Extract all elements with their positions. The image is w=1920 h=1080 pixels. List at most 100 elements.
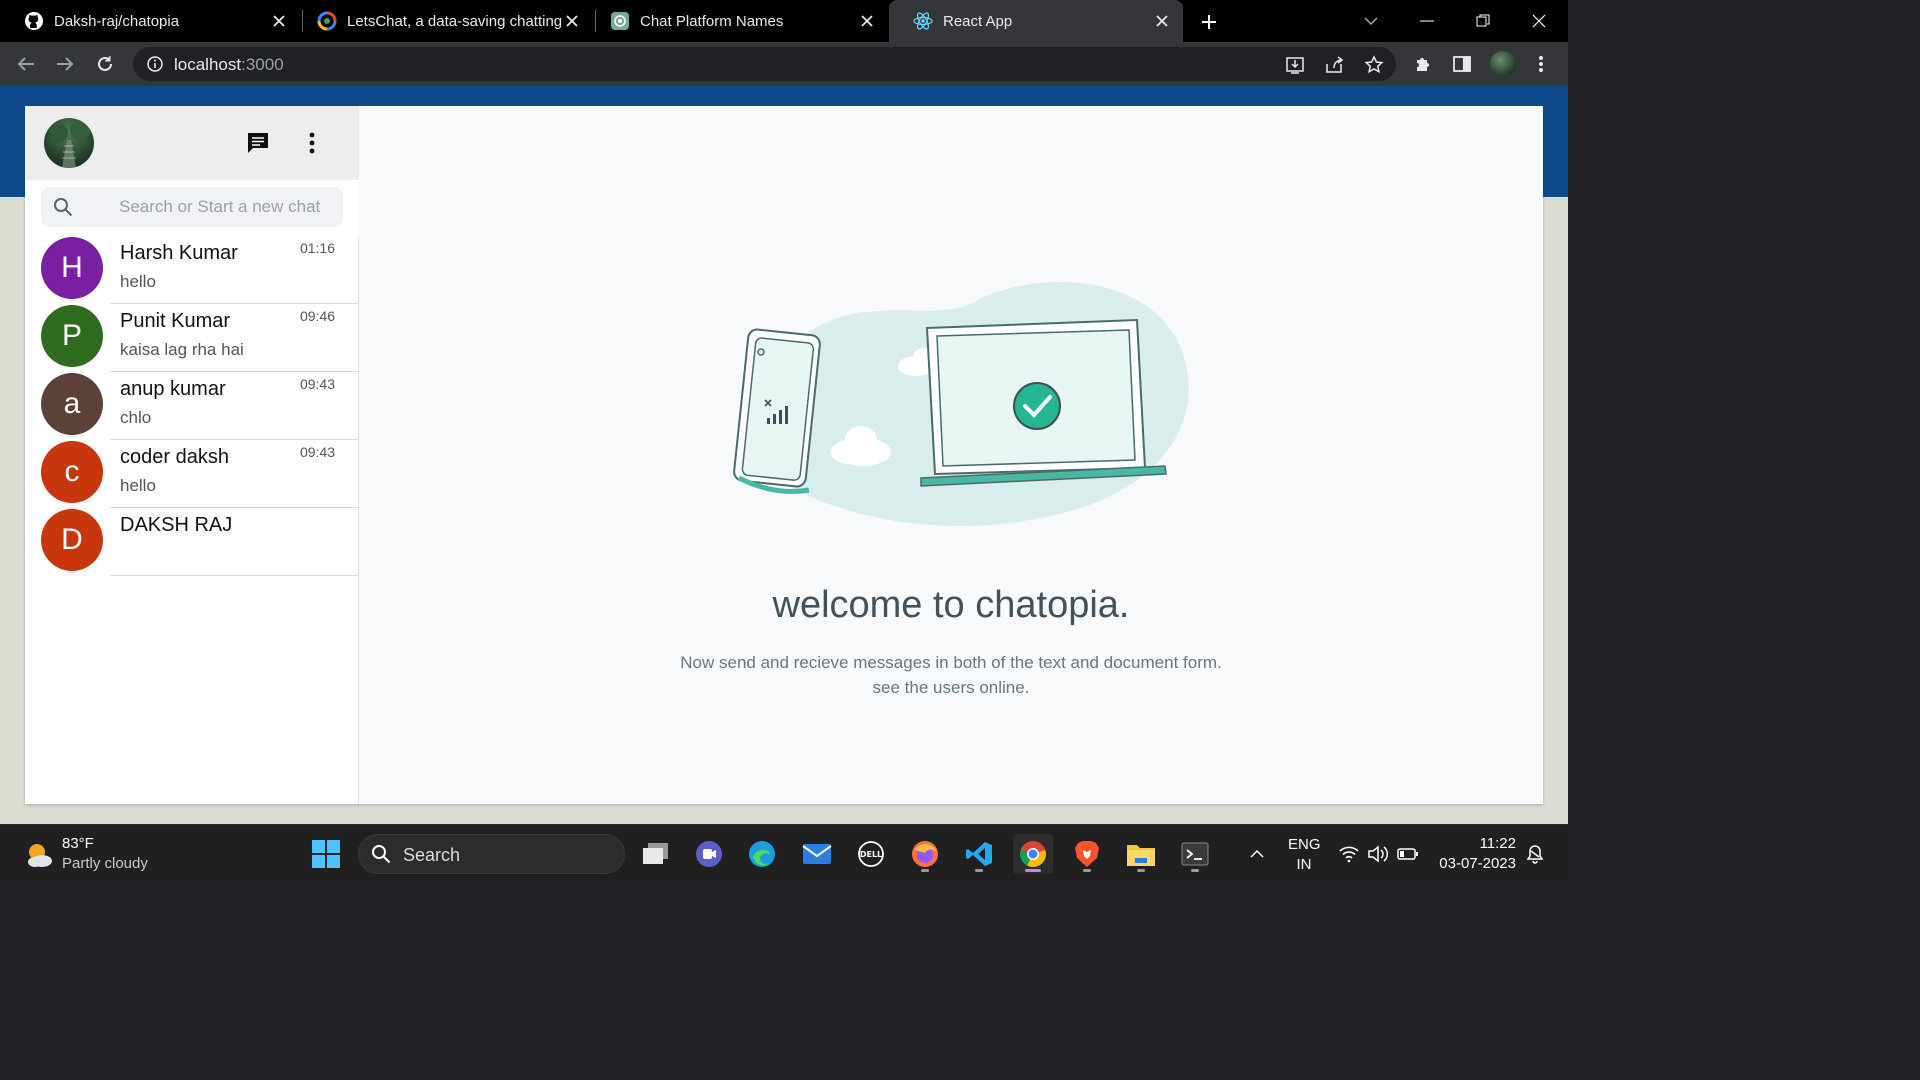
side-panel-icon[interactable] bbox=[1451, 53, 1473, 75]
notification-bell-icon[interactable] bbox=[1524, 843, 1546, 865]
chat-item-punit-kumar[interactable]: P Punit Kumar 09:46 kaisa lag rha hai bbox=[25, 304, 359, 372]
arrow-left-icon bbox=[17, 57, 34, 71]
chevron-down-icon bbox=[1364, 17, 1378, 26]
weather-temperature[interactable]: 83°F bbox=[62, 835, 94, 852]
close-window-button[interactable] bbox=[1514, 0, 1564, 42]
chat-last-message: kaisa lag rha hai bbox=[120, 340, 244, 359]
chat-name: Punit Kumar bbox=[120, 310, 231, 332]
clock-time[interactable]: 11:22 bbox=[1436, 835, 1516, 852]
chat-time: 09:43 bbox=[299, 376, 335, 392]
new-chat-icon[interactable] bbox=[243, 128, 273, 158]
task-view-button[interactable] bbox=[636, 834, 676, 874]
terminal-icon bbox=[1181, 842, 1209, 866]
more-vertical-icon[interactable] bbox=[1530, 53, 1552, 75]
running-indicator bbox=[1083, 869, 1091, 872]
tab-title: Chat Platform Names bbox=[640, 12, 784, 30]
partly-cloudy-icon[interactable] bbox=[24, 840, 54, 870]
language-bottom[interactable]: IN bbox=[1288, 856, 1320, 873]
forward-button[interactable] bbox=[51, 50, 79, 78]
chrome-button[interactable] bbox=[1013, 834, 1053, 874]
chat-last-message: hello bbox=[120, 476, 156, 495]
extensions-puzzle-icon[interactable] bbox=[1412, 53, 1434, 75]
chat-name: anup kumar bbox=[120, 378, 226, 400]
tab-react-app[interactable]: React App bbox=[889, 0, 1183, 42]
svg-text:DELL: DELL bbox=[860, 850, 882, 859]
connected-devices-illustration bbox=[733, 282, 1189, 527]
browser-toolbar: localhost:3000 bbox=[0, 42, 1568, 86]
new-tab-button[interactable] bbox=[1196, 9, 1222, 35]
welcome-panel: welcome to chatopia. Now send and reciev… bbox=[359, 106, 1543, 804]
taskbar-search[interactable]: Search bbox=[358, 834, 625, 874]
teams-chat-icon bbox=[696, 841, 722, 867]
bookmark-star-icon[interactable] bbox=[1363, 54, 1385, 76]
battery-icon[interactable] bbox=[1397, 843, 1419, 865]
page-viewport: H Harsh Kumar 01:16 hello P Punit Kumar … bbox=[0, 86, 1568, 824]
profile-avatar[interactable] bbox=[1490, 51, 1516, 77]
file-explorer-button[interactable] bbox=[1121, 834, 1161, 874]
running-indicator bbox=[975, 869, 983, 872]
chat-item-daksh-raj[interactable]: D DAKSH RAJ bbox=[25, 508, 359, 576]
restore-button[interactable] bbox=[1458, 0, 1508, 42]
minimize-icon bbox=[1420, 20, 1434, 22]
avatar: D bbox=[41, 509, 103, 571]
search-input[interactable] bbox=[119, 196, 325, 218]
running-indicator bbox=[1025, 869, 1041, 872]
wifi-icon[interactable] bbox=[1338, 843, 1360, 865]
share-icon[interactable] bbox=[1323, 54, 1345, 76]
running-indicator bbox=[1191, 869, 1199, 872]
site-info-icon[interactable] bbox=[147, 56, 163, 77]
close-tab-icon[interactable] bbox=[1153, 12, 1171, 30]
chat-item-anup-kumar[interactable]: a anup kumar 09:43 chlo bbox=[25, 372, 359, 440]
search-area bbox=[25, 180, 359, 236]
clock-date[interactable]: 03-07-2023 bbox=[1426, 855, 1516, 872]
menu-more-icon[interactable] bbox=[297, 128, 327, 158]
minimize-button[interactable] bbox=[1402, 0, 1452, 42]
chat-list: H Harsh Kumar 01:16 hello P Punit Kumar … bbox=[25, 236, 359, 576]
sidebar: H Harsh Kumar 01:16 hello P Punit Kumar … bbox=[25, 106, 359, 804]
back-button[interactable] bbox=[12, 50, 40, 78]
start-button[interactable] bbox=[306, 834, 346, 874]
chat-name: DAKSH RAJ bbox=[120, 514, 233, 536]
vscode-button[interactable] bbox=[959, 834, 999, 874]
user-avatar[interactable] bbox=[44, 118, 94, 168]
welcome-title: welcome to chatopia. bbox=[772, 584, 1130, 626]
restore-icon bbox=[1476, 14, 1490, 27]
close-tab-icon[interactable] bbox=[858, 12, 876, 30]
chat-last-message: hello bbox=[120, 272, 156, 291]
tab-chat-platform-names[interactable]: Chat Platform Names bbox=[586, 0, 888, 42]
chat-item-coder-daksh[interactable]: c coder daksh 09:43 hello bbox=[25, 440, 359, 508]
chat-name: Harsh Kumar bbox=[120, 242, 238, 264]
phone-icon bbox=[733, 328, 821, 494]
chevron-up-icon[interactable] bbox=[1246, 843, 1268, 865]
tab-search-button[interactable] bbox=[1346, 0, 1396, 42]
language-top[interactable]: ENG bbox=[1288, 836, 1321, 853]
url-text: localhost:3000 bbox=[174, 55, 284, 75]
chat-time: 01:16 bbox=[299, 240, 335, 256]
edge-icon bbox=[749, 841, 775, 867]
dell-button[interactable]: DELL bbox=[851, 834, 891, 874]
close-tab-icon[interactable] bbox=[270, 12, 288, 30]
mail-button[interactable] bbox=[797, 834, 837, 874]
welcome-subtitle: Now send and recieve messages in both of… bbox=[359, 650, 1543, 700]
chat-last-message: chlo bbox=[120, 408, 152, 427]
brave-button[interactable] bbox=[1067, 834, 1107, 874]
tab-github[interactable]: Daksh-raj/chatopia bbox=[0, 0, 300, 42]
windows-logo-icon bbox=[312, 840, 340, 868]
brave-lion-icon bbox=[1075, 841, 1099, 867]
firefox-button[interactable] bbox=[905, 834, 945, 874]
install-app-icon[interactable] bbox=[1284, 54, 1306, 76]
teams-chat-button[interactable] bbox=[689, 834, 729, 874]
reload-button[interactable] bbox=[91, 50, 119, 78]
close-tab-icon[interactable] bbox=[563, 12, 581, 30]
terminal-button[interactable] bbox=[1175, 834, 1215, 874]
edge-button[interactable] bbox=[742, 834, 782, 874]
chat-item-harsh-kumar[interactable]: H Harsh Kumar 01:16 hello bbox=[25, 236, 359, 304]
volume-icon[interactable] bbox=[1367, 843, 1389, 865]
avatar: a bbox=[41, 373, 103, 435]
tab-letschat[interactable]: LetsChat, a data-saving chatting bbox=[293, 0, 593, 42]
weather-description[interactable]: Partly cloudy bbox=[62, 855, 148, 872]
chatgpt-icon bbox=[610, 11, 630, 31]
chat-name: coder daksh bbox=[120, 446, 229, 468]
address-bar[interactable]: localhost:3000 bbox=[133, 47, 1396, 81]
chat-app: H Harsh Kumar 01:16 hello P Punit Kumar … bbox=[25, 106, 1543, 804]
